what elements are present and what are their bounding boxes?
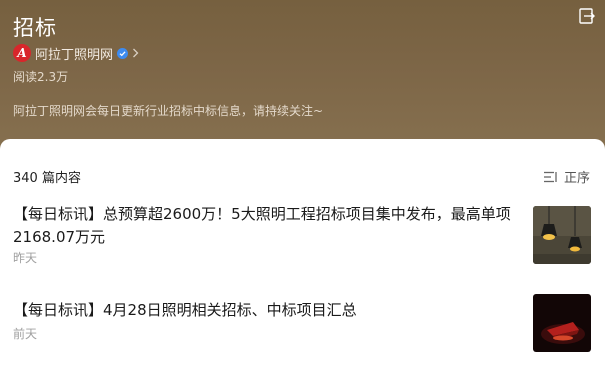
list-item[interactable]: 【每日标讯】4月28日照明相关招标、中标项目汇总 前天: [13, 294, 593, 365]
sort-icon: [544, 171, 557, 182]
article-count: 340 篇内容: [13, 171, 81, 186]
article-time: 昨天: [13, 251, 38, 265]
exit-icon[interactable]: [578, 7, 596, 25]
article-thumbnail: [533, 294, 591, 352]
author-avatar: A: [13, 44, 31, 62]
sort-toggle[interactable]: 正序: [544, 167, 590, 186]
author-name: 阿拉丁照明网: [35, 47, 114, 63]
list-item[interactable]: 【每日标讯】总预算超2600万！5大照明工程招标项目集中发布，最高单项2168.…: [13, 203, 593, 269]
verified-icon: [117, 47, 129, 59]
album-description: 阿拉丁照明网会每日更新行业招标中标信息，请持续关注~: [13, 104, 324, 118]
article-time: 前天: [13, 327, 38, 341]
article-list-card: 340 篇内容 正序 【每日标讯】总预算超2600万！5大照明工程招标项目集中发…: [0, 139, 605, 373]
author-link[interactable]: A 阿拉丁照明网: [13, 44, 139, 63]
chevron-right-icon: [133, 48, 139, 58]
article-title: 【每日标讯】4月28日照明相关招标、中标项目汇总: [13, 301, 357, 319]
article-thumbnail: [533, 206, 591, 264]
article-title: 【每日标讯】总预算超2600万！5大照明工程招标项目集中发布，最高单项2168.…: [13, 205, 511, 246]
album-header: 招标 A 阿拉丁照明网 阅读2.3万 阿拉丁照明网会每日更新行业招标中标信息，请…: [0, 0, 605, 150]
read-count: 阅读2.3万: [13, 70, 69, 84]
sort-label: 正序: [564, 171, 591, 186]
page-title: 招标: [13, 16, 57, 40]
